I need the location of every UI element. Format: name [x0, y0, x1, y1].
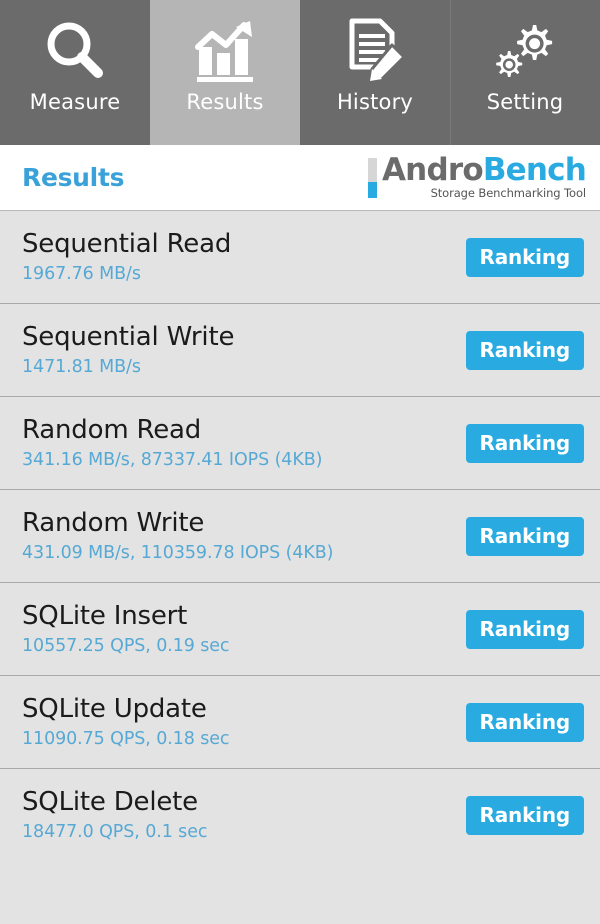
result-info: Random Write 431.09 MB/s, 110359.78 IOPS…	[22, 508, 333, 565]
ranking-button[interactable]: Ranking	[465, 516, 584, 556]
tab-results-label: Results	[186, 90, 264, 114]
logo-accent-bar-bottom	[367, 182, 377, 198]
ranking-button[interactable]: Ranking	[465, 796, 584, 835]
result-info: SQLite Insert 10557.25 QPS, 0.19 sec	[22, 600, 230, 658]
result-value: 11090.75 QPS, 0.18 sec	[22, 728, 230, 749]
tab-measure[interactable]: Measure	[0, 0, 150, 145]
result-name: SQLite Insert	[22, 600, 188, 631]
result-name: Sequential Read	[22, 228, 232, 259]
result-name: SQLite Update	[22, 693, 207, 724]
result-info: Sequential Write 1471.81 MB/s	[22, 322, 234, 379]
result-name: Random Write	[22, 507, 205, 538]
ranking-button[interactable]: Ranking	[465, 702, 584, 742]
tab-setting-label: Setting	[486, 90, 564, 114]
result-row: SQLite Delete 18477.0 QPS, 0.1 sec Ranki…	[0, 769, 600, 862]
result-row: Sequential Read 1967.76 MB/s Ranking	[0, 211, 600, 304]
result-info: Sequential Read 1967.76 MB/s	[22, 229, 231, 286]
logo-word-andro: Andro	[381, 152, 484, 188]
result-name: Sequential Write	[22, 321, 235, 352]
tab-setting[interactable]: Setting	[450, 0, 600, 145]
result-row: Sequential Write 1471.81 MB/s Ranking	[0, 304, 600, 397]
bar-chart-icon	[192, 14, 258, 86]
tab-history[interactable]: History	[300, 0, 450, 145]
logo-wordmark: AndroBench	[381, 152, 587, 188]
logo-accent-bar-top	[367, 157, 377, 183]
gears-icon	[492, 14, 558, 86]
result-info: SQLite Delete 18477.0 QPS, 0.1 sec	[22, 787, 207, 844]
page-title: Results	[22, 163, 125, 192]
result-info: Random Read 341.16 MB/s, 87337.41 IOPS (…	[22, 415, 322, 472]
result-name: Random Read	[22, 414, 202, 445]
tab-results[interactable]: Results	[150, 0, 300, 145]
page-header: Results AndroBench Storage Benchmarking …	[0, 145, 600, 211]
logo-accent-bar	[367, 157, 377, 198]
ranking-button[interactable]: Ranking	[465, 609, 584, 649]
result-row: SQLite Update 11090.75 QPS, 0.18 sec Ran…	[0, 676, 600, 769]
result-value: 10557.25 QPS, 0.19 sec	[22, 635, 230, 656]
result-info: SQLite Update 11090.75 QPS, 0.18 sec	[22, 693, 230, 751]
ranking-button[interactable]: Ranking	[465, 423, 584, 463]
document-pencil-icon	[342, 14, 408, 86]
logo-word-bench: Bench	[482, 152, 587, 188]
result-value: 431.09 MB/s, 110359.78 IOPS (4KB)	[22, 542, 334, 563]
logo-tagline: Storage Benchmarking Tool	[430, 186, 587, 200]
results-list: Sequential Read 1967.76 MB/s Ranking Seq…	[0, 211, 600, 924]
result-name: SQLite Delete	[22, 787, 198, 817]
magnifier-icon	[42, 14, 108, 86]
result-row: SQLite Insert 10557.25 QPS, 0.19 sec Ran…	[0, 583, 600, 676]
ranking-button[interactable]: Ranking	[465, 330, 584, 370]
result-value: 341.16 MB/s, 87337.41 IOPS (4KB)	[22, 449, 323, 470]
result-value: 1967.76 MB/s	[22, 263, 141, 284]
androbench-app: Measure Results History Setting Results …	[0, 0, 600, 924]
ranking-button[interactable]: Ranking	[465, 237, 584, 277]
androbench-logo: AndroBench Storage Benchmarking Tool	[367, 152, 587, 201]
result-value: 1471.81 MB/s	[22, 356, 141, 377]
logo-text: AndroBench Storage Benchmarking Tool	[381, 152, 587, 201]
result-row: Random Read 341.16 MB/s, 87337.41 IOPS (…	[0, 397, 600, 490]
tab-bar: Measure Results History Setting	[0, 0, 600, 145]
result-value: 18477.0 QPS, 0.1 sec	[22, 822, 208, 842]
tab-history-label: History	[336, 90, 414, 114]
tab-measure-label: Measure	[29, 90, 121, 114]
result-row: Random Write 431.09 MB/s, 110359.78 IOPS…	[0, 490, 600, 583]
